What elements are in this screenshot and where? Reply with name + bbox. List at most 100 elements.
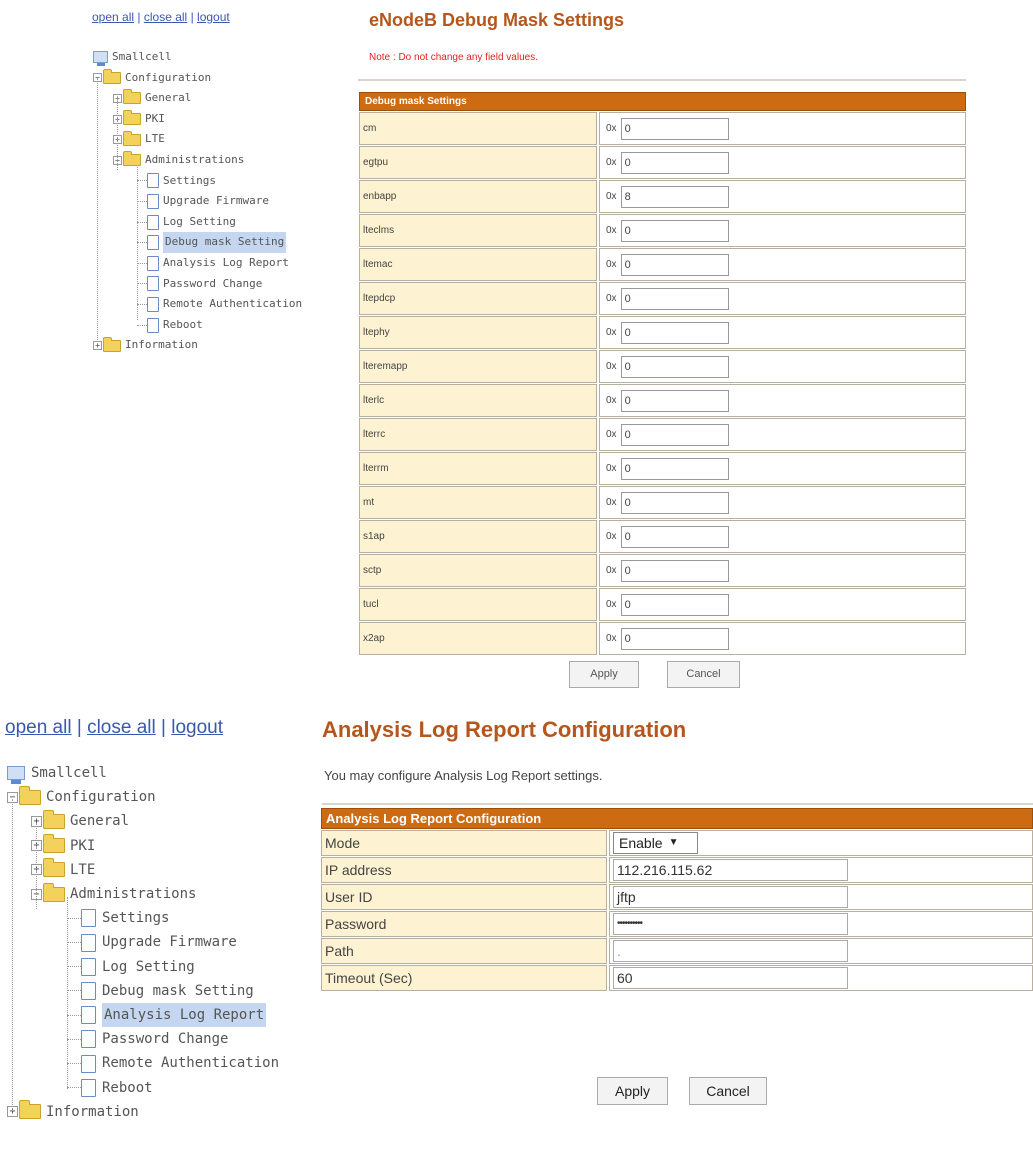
table-row: ltemac 0x 0: [359, 248, 966, 281]
mask-value-input[interactable]: 0: [620, 593, 729, 616]
hex-prefix: 0x: [606, 361, 617, 372]
mask-value-input[interactable]: 0: [620, 389, 729, 412]
mode-select[interactable]: Enable ▼: [613, 832, 698, 854]
user-id-input[interactable]: jftp: [613, 886, 848, 908]
mask-value-input[interactable]: 8: [620, 185, 729, 208]
tree-item-settings[interactable]: Settings: [93, 171, 302, 192]
table-row: lterrc 0x 0: [359, 418, 966, 451]
cancel-button[interactable]: Cancel: [689, 1077, 767, 1105]
page-icon: [81, 1030, 96, 1049]
mask-value-input[interactable]: 0: [620, 559, 729, 582]
tree-item-upgrade-firmware[interactable]: Upgrade Firmware: [7, 930, 279, 954]
nav-separator: |: [161, 717, 166, 738]
tree-connector: [67, 1087, 81, 1089]
close-all-link[interactable]: close all: [144, 10, 187, 24]
mask-value-input[interactable]: 0: [620, 525, 729, 548]
apply-button[interactable]: Apply: [569, 661, 639, 688]
tree-item-configuration[interactable]: − Configuration: [93, 68, 302, 89]
page-icon: [81, 1078, 96, 1097]
page-description: You may configure Analysis Log Report se…: [324, 768, 603, 783]
table-row: Timeout (Sec) 60: [321, 965, 1033, 991]
expand-toggle-icon[interactable]: +: [93, 341, 102, 351]
folder-icon: [123, 89, 141, 105]
tree-item-remote-authentication[interactable]: Remote Authentication: [93, 294, 302, 315]
mask-value-input[interactable]: 0: [620, 423, 729, 446]
tree-item-lte[interactable]: + LTE: [93, 129, 302, 150]
mask-value-cell: 0x 0: [599, 316, 966, 349]
mask-value-input[interactable]: 0: [620, 491, 729, 514]
cancel-button[interactable]: Cancel: [667, 661, 740, 688]
mask-value-input[interactable]: 0: [620, 457, 729, 480]
tree-item-reboot[interactable]: Reboot: [7, 1076, 279, 1100]
logout-link[interactable]: logout: [197, 10, 230, 24]
mask-value-cell: 0x 0: [599, 588, 966, 621]
tree-connector: [137, 242, 147, 244]
apply-button[interactable]: Apply: [597, 1077, 668, 1105]
mask-value-cell: 0x 0: [599, 112, 966, 145]
tree-item-general[interactable]: + General: [7, 809, 279, 833]
tree-item-settings[interactable]: Settings: [7, 906, 279, 930]
open-all-link[interactable]: open all: [5, 717, 72, 738]
tree-item-upgrade-firmware[interactable]: Upgrade Firmware: [93, 191, 302, 212]
tree-item-log-setting[interactable]: Log Setting: [93, 212, 302, 233]
hex-prefix: 0x: [606, 123, 617, 134]
mask-value-input[interactable]: 0: [620, 253, 729, 276]
tree-item-log-setting[interactable]: Log Setting: [7, 955, 279, 979]
tree-item-administrations[interactable]: − Administrations: [93, 150, 302, 171]
tree-item-pki[interactable]: + PKI: [7, 834, 279, 858]
table-row: lterlc 0x 0: [359, 384, 966, 417]
page-icon: [81, 909, 96, 928]
path-input[interactable]: .: [613, 940, 848, 962]
path-label: Path: [321, 938, 607, 964]
mask-value-input[interactable]: 0: [620, 627, 729, 650]
hex-prefix: 0x: [606, 225, 617, 236]
table-row: tucl 0x 0: [359, 588, 966, 621]
tree-item-information[interactable]: + Information: [93, 335, 302, 356]
tree-item-analysis-log-report[interactable]: Analysis Log Report: [93, 253, 302, 274]
page-icon: [81, 957, 96, 976]
folder-icon: [43, 810, 65, 829]
mask-value-input[interactable]: 0: [620, 117, 729, 140]
warning-note: Note : Do not change any field values.: [369, 52, 538, 63]
tree-item-information[interactable]: + Information: [7, 1100, 279, 1124]
tree-item-lte[interactable]: + LTE: [7, 858, 279, 882]
tree-connector: [12, 799, 13, 1111]
mask-value-input[interactable]: 0: [620, 321, 729, 344]
tree-item-smallcell[interactable]: Smallcell: [93, 47, 302, 68]
table-row: User ID jftp: [321, 884, 1033, 910]
close-all-link[interactable]: close all: [87, 717, 156, 738]
tree-connector: [137, 262, 147, 264]
tree-item-debug-mask-setting[interactable]: Debug mask Setting: [7, 979, 279, 1003]
tree-item-password-change[interactable]: Password Change: [7, 1027, 279, 1051]
table-row: mt 0x 0: [359, 486, 966, 519]
folder-icon: [123, 130, 141, 146]
ip-address-input[interactable]: 112.216.115.62: [613, 859, 848, 881]
mask-value-cell: 0x 0: [599, 384, 966, 417]
table-row: Password ••••••••••: [321, 911, 1033, 937]
page-icon: [147, 235, 159, 251]
tree-item-password-change[interactable]: Password Change: [93, 274, 302, 295]
tree-item-debug-mask-setting[interactable]: Debug mask Setting: [93, 232, 302, 253]
logout-link[interactable]: logout: [171, 717, 223, 738]
mask-value-cell: 0x 0: [599, 452, 966, 485]
tree-item-remote-authentication[interactable]: Remote Authentication: [7, 1051, 279, 1075]
mask-value-cell: 0x 0: [599, 520, 966, 553]
tree-item-general[interactable]: + General: [93, 88, 302, 109]
tree-item-reboot[interactable]: Reboot: [93, 315, 302, 336]
mask-value-input[interactable]: 0: [620, 219, 729, 242]
password-input[interactable]: ••••••••••: [613, 913, 848, 935]
tree-item-administrations[interactable]: − Administrations: [7, 882, 279, 906]
open-all-link[interactable]: open all: [92, 10, 134, 24]
tree-item-smallcell[interactable]: Smallcell: [7, 761, 279, 785]
mask-value-input[interactable]: 0: [620, 151, 729, 174]
table-row: Path .: [321, 938, 1033, 964]
timeout-input[interactable]: 60: [613, 967, 848, 989]
mask-value-input[interactable]: 0: [620, 287, 729, 310]
tree-item-analysis-log-report[interactable]: Analysis Log Report: [7, 1003, 279, 1028]
tree-item-configuration[interactable]: − Configuration: [7, 785, 279, 809]
tree-item-pki[interactable]: + PKI: [93, 109, 302, 130]
mask-value-input[interactable]: 0: [620, 355, 729, 378]
folder-icon: [43, 858, 65, 878]
computer-icon: [93, 51, 108, 64]
mask-label: lteclms: [359, 214, 597, 247]
